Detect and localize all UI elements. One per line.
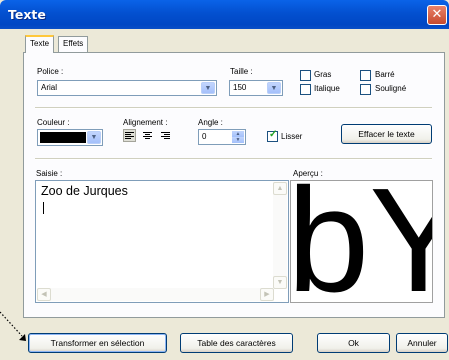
taille-label: Taille :: [230, 67, 253, 76]
scroll-left-icon[interactable]: ◀: [37, 288, 51, 301]
annuler-button[interactable]: Annuler: [396, 333, 448, 353]
gras-checkbox[interactable]: [300, 70, 311, 81]
horizontal-scrollbar[interactable]: ◀ ▶: [37, 288, 274, 301]
table-caracteres-button-label: Table des caractères: [197, 338, 276, 348]
scroll-down-icon[interactable]: ▼: [273, 276, 287, 289]
text-caret: [43, 202, 44, 214]
barre-label: Barré: [375, 70, 395, 79]
window-title: Texte: [8, 7, 46, 22]
apercu-text: bY: [290, 180, 432, 303]
dotted-arrow-icon: [0, 311, 26, 341]
police-value: Arial: [41, 83, 58, 92]
barre-checkbox[interactable]: [360, 70, 371, 81]
chevron-down-icon[interactable]: ▼: [87, 131, 101, 144]
spin-down-icon[interactable]: ▼: [232, 137, 244, 143]
lisser-checkbox[interactable]: [267, 129, 278, 142]
taille-value: 150: [233, 83, 247, 92]
tab-texte[interactable]: Texte: [25, 35, 55, 53]
souligne-checkbox[interactable]: [360, 84, 371, 95]
tab-effets[interactable]: Effets: [58, 36, 89, 52]
gras-label: Gras: [314, 70, 332, 79]
alignement-label: Alignement :: [123, 118, 168, 127]
saisie-textarea[interactable]: Zoo de Jurques ▲ ▼ ◀ ▶: [35, 180, 289, 303]
table-caracteres-button[interactable]: Table des caractères: [180, 333, 293, 353]
lisser-label: Lisser: [281, 132, 303, 141]
tab-texte-label: Texte: [30, 39, 50, 48]
italique-label: Italique: [314, 84, 340, 93]
vertical-scrollbar[interactable]: ▲ ▼: [273, 182, 287, 289]
angle-label: Angle :: [198, 118, 223, 127]
text-dialog: Texte ✕ Texte Effets Police : Arial ▼ Ta…: [0, 0, 449, 360]
align-left-icon[interactable]: [123, 129, 136, 142]
police-label: Police :: [37, 67, 64, 76]
color-swatch: [40, 132, 86, 143]
ok-button-label: Ok: [348, 338, 359, 348]
angle-spinner[interactable]: 0 ▲ ▼: [198, 129, 246, 145]
apercu-preview: bY: [290, 180, 433, 303]
taille-select[interactable]: 150 ▼: [229, 80, 283, 96]
apercu-label: Aperçu :: [293, 169, 323, 178]
saisie-label: Saisie :: [36, 169, 63, 178]
souligne-label: Souligné: [375, 84, 407, 93]
tab-effets-label: Effets: [63, 39, 84, 48]
effacer-button[interactable]: Effacer le texte: [341, 124, 432, 144]
scroll-right-icon[interactable]: ▶: [260, 288, 274, 301]
transformer-button[interactable]: Transformer en sélection: [28, 333, 167, 353]
angle-value: 0: [202, 132, 207, 141]
chevron-down-icon[interactable]: ▼: [267, 82, 281, 94]
title-bar[interactable]: Texte ✕: [0, 0, 449, 29]
annuler-button-label: Annuler: [407, 338, 437, 348]
couleur-label: Couleur :: [37, 118, 70, 127]
police-select[interactable]: Arial ▼: [37, 80, 217, 96]
couleur-select[interactable]: ▼: [37, 129, 103, 146]
italique-checkbox[interactable]: [300, 84, 311, 95]
separator: [35, 158, 432, 160]
ok-button[interactable]: Ok: [317, 333, 390, 353]
chevron-down-icon[interactable]: ▼: [201, 82, 215, 94]
close-button[interactable]: ✕: [427, 5, 447, 25]
scroll-up-icon[interactable]: ▲: [273, 182, 287, 195]
transformer-button-label: Transformer en sélection: [50, 338, 145, 348]
close-icon: ✕: [431, 7, 443, 22]
align-center-icon[interactable]: [141, 129, 154, 142]
align-right-icon[interactable]: [159, 129, 172, 142]
saisie-text: Zoo de Jurques: [41, 184, 128, 198]
effacer-button-label: Effacer le texte: [358, 129, 415, 139]
separator: [35, 107, 432, 109]
